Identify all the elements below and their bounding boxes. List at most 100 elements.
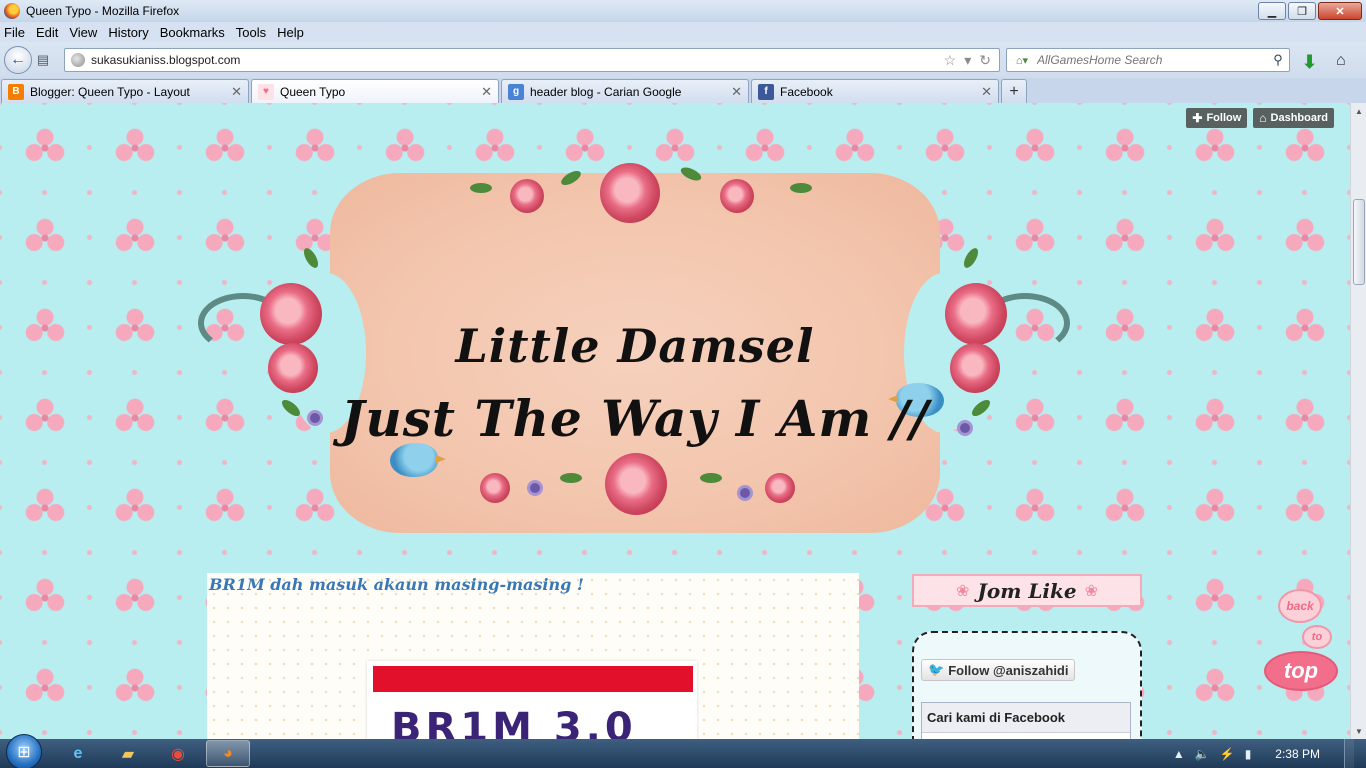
tab-google-search[interactable]: g header blog - Carian Google ✕ [501,79,749,103]
leaf-icon [790,183,812,193]
search-engine-icon[interactable]: ⌂▾ [1007,54,1037,67]
rose-bottom-left-icon [480,473,510,503]
minimize-button[interactable]: ▁ [1258,2,1286,20]
tray-expand-icon[interactable]: ▲ [1173,747,1185,761]
social-widget-box: 🐦 Follow @aniszahidi Cari kami di Facebo… [912,631,1142,739]
back-to-top-button[interactable]: back to top [1262,589,1342,729]
menu-bar: File Edit View History Bookmarks Tools H… [0,22,1366,42]
image-red-banner [373,666,693,692]
firefox-icon [4,3,20,19]
leaf-icon [301,245,321,271]
search-icon[interactable]: ⚲ [1267,52,1289,68]
rose-bottom-icon [605,453,667,515]
tab-close-icon[interactable]: ✕ [481,84,492,100]
to-label: to [1302,625,1332,649]
menu-help[interactable]: Help [277,25,304,40]
twitter-follow-button[interactable]: 🐦 Follow @aniszahidi [921,659,1076,681]
network-icon[interactable]: ▮ [1245,747,1252,761]
vertical-scrollbar[interactable]: ▲ ▼ [1350,103,1366,739]
jom-like-text: Jom Like [977,578,1077,603]
new-tab-button[interactable]: + [1001,79,1027,103]
firefox-taskbar-icon[interactable]: ◕ [206,740,250,767]
twitter-follow-label: Follow @aniszahidi [948,662,1069,678]
facebook-box-title: Cari kami di Facebook [922,703,1130,733]
scroll-down-icon[interactable]: ▼ [1351,723,1366,739]
menu-tools[interactable]: Tools [236,25,266,40]
tab-blogger-layout[interactable]: B Blogger: Queen Typo - Layout ✕ [1,79,249,103]
internet-explorer-icon[interactable]: e [56,740,100,767]
scroll-up-icon[interactable]: ▲ [1351,103,1366,119]
address-bar[interactable]: sukasukianiss.blogspot.com ☆ ▾ ↻ [64,48,1000,72]
blog-header-image[interactable]: Little Damsel Just The Way I Am // [180,143,1090,543]
power-icon[interactable]: ⚡ [1220,747,1235,761]
menu-edit[interactable]: Edit [36,25,58,40]
top-label: top [1264,651,1338,691]
rose-bottom-right-icon [765,473,795,503]
tab-strip: B Blogger: Queen Typo - Layout ✕ ♥ Queen… [0,78,1366,103]
url-text[interactable]: sukasukianiss.blogspot.com [91,53,944,67]
close-window-button[interactable]: ✕ [1318,2,1362,20]
tab-close-icon[interactable]: ✕ [231,84,242,100]
page-menu-icon[interactable]: ▤ [30,49,56,71]
window-title-bar: Queen Typo - Mozilla Firefox ▁ ❐ ✕ [0,0,1366,22]
header-title-line1: Little Damsel [455,319,815,373]
follow-button[interactable]: ✚ Follow [1186,108,1248,128]
tab-label: Blogger: Queen Typo - Layout [30,84,190,99]
navigation-toolbar: ← ▤ sukasukianiss.blogspot.com ☆ ▾ ↻ ⌂▾ … [0,42,1366,78]
heart-icon: ♥ [258,83,274,100]
follow-label: Follow [1206,112,1242,124]
window-controls: ▁ ❐ ✕ [1258,2,1362,20]
back-label: back [1278,589,1322,623]
blog-post: BR1M dah masuk akaun masing-masing ! BR1… [207,573,859,739]
menu-bookmarks[interactable]: Bookmarks [160,25,225,40]
home-icon[interactable]: ⌂ [1336,52,1346,70]
clock[interactable]: 2:38 PM [1275,747,1320,761]
tulip-icon: ❀ [1084,582,1098,600]
facebook-like-box[interactable]: Cari kami di Facebook [921,702,1131,739]
menu-view[interactable]: View [69,25,97,40]
dropdown-arrow-icon[interactable]: ▾ [964,52,971,69]
show-desktop-button[interactable] [1344,739,1354,768]
tab-label: Facebook [780,84,833,99]
jom-like-heading: ❀ Jom Like ❀ [912,574,1142,607]
menu-history[interactable]: History [108,25,148,40]
rose-top-right-icon [720,179,754,213]
post-title-link[interactable]: BR1M dah masuk akaun masing-masing ! [209,575,584,594]
twitter-bird-icon: 🐦 [928,662,945,677]
tab-queen-typo[interactable]: ♥ Queen Typo ✕ [251,79,499,103]
back-button[interactable]: ← [4,46,32,74]
download-icon[interactable]: ⬇ [1302,52,1317,73]
windows-taskbar: ⊞ e ▰ ◉ ◕ ▲ 🔈 ⚡ ▮ 2:38 PM [0,733,1366,768]
plus-icon: ✚ [1192,111,1203,125]
leaf-icon [961,245,981,271]
leaf-icon [560,473,582,483]
post-image[interactable]: BR1M 3.0 [367,661,697,739]
system-tray: ▲ 🔈 ⚡ ▮ 2:38 PM [1173,739,1354,768]
search-input[interactable] [1037,53,1267,67]
tab-facebook[interactable]: f Facebook ✕ [751,79,999,103]
site-identity-icon[interactable] [71,53,85,67]
dashboard-button[interactable]: ⌂ Dashboard [1253,108,1334,128]
facebook-icon: f [758,83,774,100]
bookmark-star-icon[interactable]: ☆ [944,52,957,69]
rose-top-icon [600,163,660,223]
restore-button[interactable]: ❐ [1288,2,1316,20]
tab-close-icon[interactable]: ✕ [731,84,742,100]
tab-close-icon[interactable]: ✕ [981,84,992,100]
blogger-icon: B [8,83,24,100]
file-explorer-icon[interactable]: ▰ [106,740,150,767]
tulip-icon: ❀ [956,582,970,600]
small-flower-icon [530,483,540,493]
start-button[interactable]: ⊞ [6,733,42,768]
chrome-icon[interactable]: ◉ [156,740,200,767]
search-bar[interactable]: ⌂▾ ⚲ [1006,48,1290,72]
scrollbar-thumb[interactable] [1353,199,1365,285]
header-title-line2: Just The Way I Am // [340,389,930,448]
reload-icon[interactable]: ↻ [979,52,991,69]
google-icon: g [508,83,524,100]
menu-file[interactable]: File [4,25,25,40]
blogger-navbar: ✚ Follow ⌂ Dashboard [1186,108,1334,128]
volume-icon[interactable]: 🔈 [1195,747,1210,761]
image-text: BR1M 3.0 [391,705,637,739]
leaf-icon [700,473,722,483]
